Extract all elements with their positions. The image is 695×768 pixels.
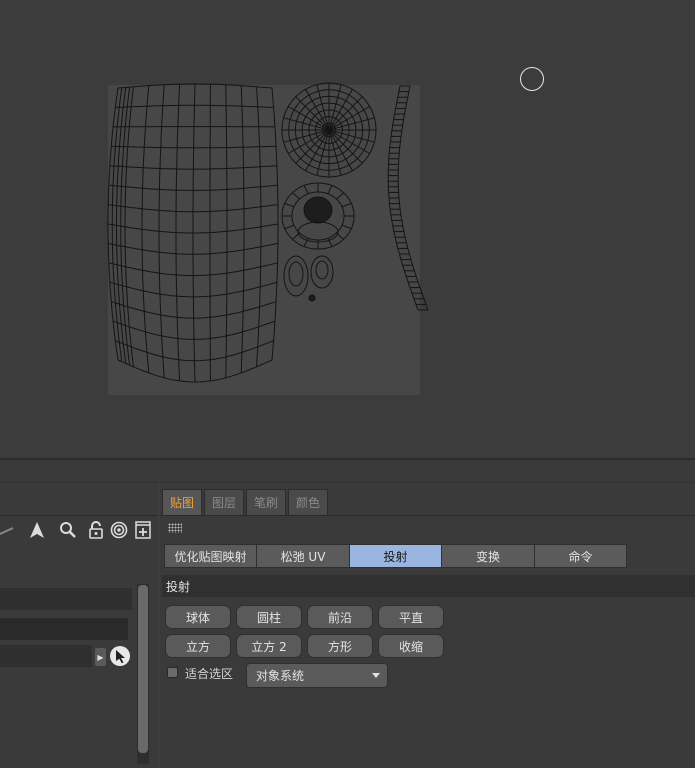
section-header-projection: 投射 xyxy=(162,575,695,597)
tab-layers[interactable]: 图层 xyxy=(204,489,245,515)
scrollbar-thumb[interactable] xyxy=(138,585,148,753)
layer-field[interactable] xyxy=(0,645,92,667)
flat-button[interactable]: 平直 xyxy=(378,605,444,629)
left-panel-rule xyxy=(0,515,158,516)
subtab-transform[interactable]: 变换 xyxy=(441,544,535,568)
subtab-optimize-mapping[interactable]: 优化贴图映射 xyxy=(164,544,257,568)
expand-arrow-icon[interactable]: ▶ xyxy=(95,648,106,666)
uv-viewport[interactable] xyxy=(0,0,695,458)
layer-list-row[interactable] xyxy=(0,618,128,640)
cubic-button[interactable]: 立方 xyxy=(165,634,231,658)
cylinder-button[interactable]: 圆柱 xyxy=(236,605,302,629)
coordinate-system-value: 对象系统 xyxy=(256,669,305,683)
panel-tabs: 贴图 图层 笔刷 颜色 xyxy=(162,489,329,515)
tab-texture[interactable]: 贴图 xyxy=(162,489,203,515)
panel-title-strip xyxy=(0,460,695,483)
chevron-down-icon xyxy=(372,673,380,678)
subtab-commands[interactable]: 命令 xyxy=(534,544,627,568)
left-tool-panel: ▶ xyxy=(0,483,158,768)
uv-cap-center xyxy=(303,196,333,224)
lock-icon[interactable] xyxy=(87,521,105,539)
magnifier-icon[interactable] xyxy=(59,521,77,539)
uv-subtabs: 优化贴图映射 松弛 UV 投射 变换 命令 xyxy=(164,544,627,568)
uv-map-canvas xyxy=(107,82,429,395)
uv-tool-panel: 贴图 图层 笔刷 颜色 优化贴图映射 松弛 UV 投射 变换 命令 投射 球体 … xyxy=(160,483,695,768)
tab-color[interactable]: 颜色 xyxy=(288,489,329,515)
shrink-button[interactable]: 收缩 xyxy=(378,634,444,658)
sphere-button[interactable]: 球体 xyxy=(165,605,231,629)
target-icon[interactable] xyxy=(110,521,128,539)
subtab-projection[interactable]: 投射 xyxy=(349,544,442,568)
plane-icon[interactable] xyxy=(0,521,16,539)
subtab-relax-uv[interactable]: 松弛 UV xyxy=(256,544,350,568)
grip-handle-icon[interactable] xyxy=(168,523,182,533)
tab-brush[interactable]: 笔刷 xyxy=(246,489,287,515)
frontal-button[interactable]: 前沿 xyxy=(307,605,373,629)
uv-small-island xyxy=(308,294,316,302)
coordinate-system-dropdown[interactable]: 对象系统 xyxy=(246,663,388,688)
fit-selection-label: 适合选区 xyxy=(185,667,234,681)
square-button[interactable]: 方形 xyxy=(307,634,373,658)
arrow-icon[interactable] xyxy=(28,521,46,539)
fit-selection-checkbox[interactable] xyxy=(167,667,178,678)
layer-list-row[interactable] xyxy=(0,588,132,610)
tab-rule xyxy=(160,515,695,516)
pick-cursor-icon[interactable] xyxy=(110,646,130,666)
add-frame-icon[interactable] xyxy=(134,521,152,539)
cubic-2-button[interactable]: 立方 2 xyxy=(236,634,302,658)
uv-texture-square xyxy=(108,85,420,395)
brush-cursor-icon xyxy=(520,67,544,91)
